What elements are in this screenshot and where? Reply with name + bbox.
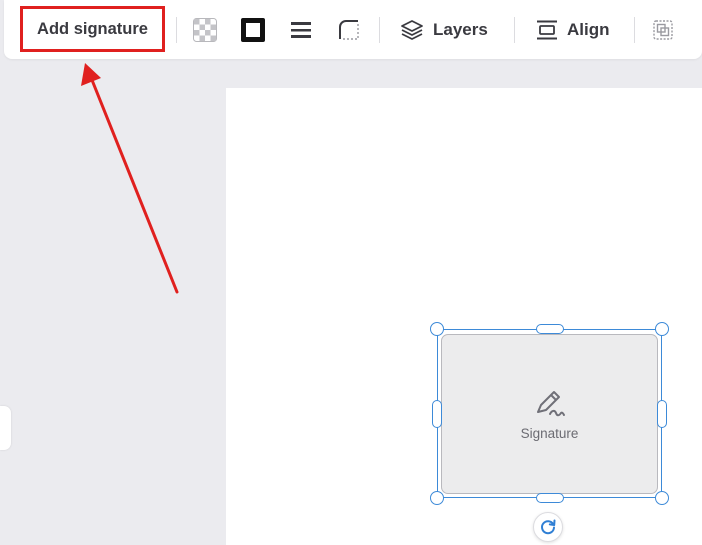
- annotation-arrow: [81, 63, 179, 294]
